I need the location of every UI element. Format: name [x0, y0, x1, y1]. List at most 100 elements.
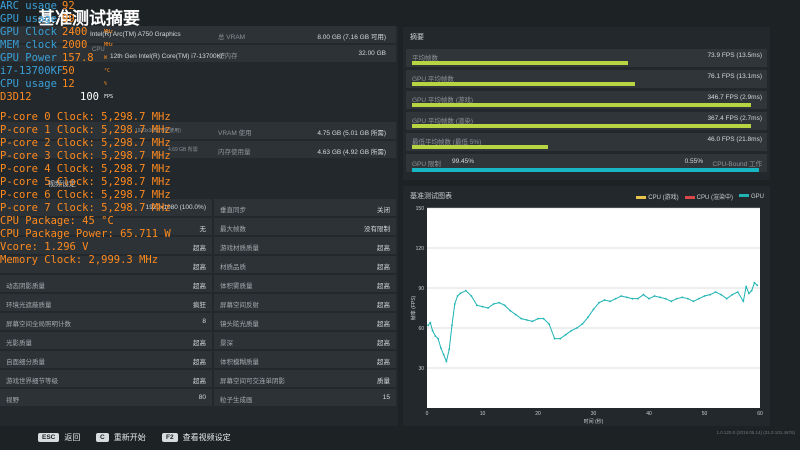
- overlay-line: i7-13700KF 50 °C: [0, 65, 110, 78]
- gpu-data-point: [753, 281, 756, 284]
- overlay-unit: MHz: [104, 42, 114, 48]
- version-text: 1.0.120.0 (2019.05.14) (31.0.101.4676): [716, 430, 795, 435]
- cpu-bound-percent: 0.55%: [684, 158, 703, 165]
- gpu-data-point: [470, 295, 473, 297]
- setting-row-left: 自面细分质量 超高: [0, 351, 212, 368]
- summary-bar: [412, 103, 751, 107]
- gpu-data-point: [592, 308, 595, 311]
- overlay-core-line: P-core 0 Clock: 5,298.7 MHz: [0, 111, 171, 123]
- gpu-data-point: [642, 293, 645, 296]
- memory-row-note: 4.69 GB 所需: [168, 147, 198, 153]
- restart-label: 重新开始: [113, 433, 146, 442]
- setting-label: 光影质量: [6, 340, 32, 347]
- overlay-core-line: P-core 1 Clock: 5,298.7 MHz: [0, 124, 171, 136]
- gpu-data-point: [731, 293, 734, 296]
- summary-value: 73.9 FPS (13.5ms): [707, 52, 762, 59]
- x-tick-label: 20: [535, 411, 541, 417]
- y-tick-label: 90: [418, 286, 424, 292]
- setting-value: 超高: [193, 378, 206, 385]
- summary-row: GPU 平均帧数 (游戏) 346.7 FPS (2.9ms): [406, 91, 767, 109]
- setting-label: 屏幕空间全局照明计数: [6, 321, 71, 328]
- setting-label: 材质品质: [220, 264, 246, 271]
- gpu-data-point: [686, 297, 689, 300]
- setting-row-right: 屏幕空间反射 超高: [214, 294, 396, 311]
- overlay-value: 12: [62, 78, 75, 90]
- benchmark-chart-panel: 基准测试图表 CPU (游戏) CPU (渲染中) GPU 30 60 90 120 1…: [403, 186, 770, 426]
- system-row-label: 总内存: [218, 53, 238, 60]
- gpu-data-point: [531, 320, 534, 323]
- gpu-data-point: [445, 360, 448, 363]
- setting-row-right: 材质品质 超高: [214, 256, 396, 273]
- esc-back-button[interactable]: ESC 返回: [38, 432, 80, 443]
- gpu-data-point: [575, 327, 578, 329]
- gpu-data-point: [625, 296, 628, 299]
- gpu-data-point: [487, 307, 489, 309]
- setting-label: 自面细分质量: [6, 359, 45, 366]
- setting-label: 屏幕空间反射: [220, 302, 259, 309]
- setting-value: 超高: [377, 359, 390, 366]
- summary-row: 最低平均帧数 (最低 5%) 46.0 FPS (21.8ms): [406, 133, 767, 151]
- summary-bar: [412, 82, 636, 86]
- y-tick-label: 150: [416, 206, 425, 212]
- gpu-data-point: [720, 293, 723, 296]
- setting-label: 体积雾质量: [220, 283, 253, 290]
- overlay-line: GPU Power 157.8 W: [0, 52, 107, 65]
- setting-row-right: 景深 超高: [214, 332, 396, 349]
- gpu-data-point: [503, 304, 506, 307]
- gpu-data-point: [559, 337, 562, 340]
- setting-value: 疯狂: [193, 302, 206, 309]
- gpu-bound-row: GPU 限制 99.45% 0.55% CPU-Bound 工作: [406, 154, 767, 172]
- gpu-data-point: [681, 296, 684, 299]
- setting-row-left: 光影质量 超高: [0, 332, 212, 349]
- setting-value: 超高: [193, 340, 206, 347]
- summary-row: GPU 平均帧数 (渲染) 367.4 FPS (2.7ms): [406, 112, 767, 130]
- view-video-settings-button[interactable]: F2 查看视频设定: [162, 432, 231, 443]
- summary-bar: [412, 124, 751, 128]
- setting-row-right: 屏幕空间可交连单阴影 质量: [214, 370, 396, 387]
- setting-row-right: 游戏材质质量 超高: [214, 237, 396, 254]
- gpu-data-point: [553, 337, 556, 340]
- gpu-data-point: [448, 348, 451, 351]
- setting-label: 体积模糊质量: [220, 359, 259, 366]
- overlay-label: MEM clock: [0, 39, 57, 51]
- gpu-data-point: [664, 297, 667, 300]
- performance-overlay: ARC usage 92 GPU usage 99 GPU Clock 2400 MHz ME…: [0, 0, 113, 104]
- memory-row-value: 4.75 GB (5.01 GB 所需): [317, 130, 386, 137]
- setting-value: 超高: [377, 245, 390, 252]
- gpu-data-point: [631, 297, 634, 300]
- setting-value: 超高: [193, 283, 206, 290]
- gpu-data-point: [537, 317, 539, 320]
- setting-label: 垂直同步: [220, 207, 246, 214]
- gpu-data-point: [603, 299, 606, 301]
- back-label: 返回: [64, 433, 81, 442]
- setting-label: 镜头眩光质量: [220, 321, 259, 328]
- setting-row-right: 粒子生成画 15: [214, 389, 396, 406]
- cpu-label: CPU: [92, 47, 105, 53]
- gpu-data-point: [442, 353, 445, 356]
- gpu-data-point: [429, 321, 432, 324]
- setting-row-left: 屏幕空间全局照明计数 8: [0, 313, 212, 330]
- overlay-value: 99: [62, 13, 75, 25]
- overlay-unit: %: [104, 81, 108, 87]
- gpu-data-point: [453, 303, 456, 305]
- gpu-data-point: [637, 297, 639, 300]
- overlay-core-line: CPU Package Power: 65.711 W: [0, 228, 171, 240]
- setting-row-left: 游戏世界细节等级 超高: [0, 370, 212, 387]
- setting-value: 超高: [377, 340, 390, 347]
- x-tick-label: 0: [426, 411, 429, 417]
- memory-row-value: 4.63 GB (4.92 GB 所需): [317, 149, 386, 156]
- gpu-data-point: [648, 297, 650, 300]
- esc-key-icon: ESC: [38, 433, 60, 442]
- overlay-core-line: P-core 4 Clock: 5,298.7 MHz: [0, 163, 171, 175]
- gpu-data-point: [581, 323, 584, 325]
- restart-button[interactable]: C 重新开始: [96, 432, 146, 443]
- overlay-unit: MHz: [104, 29, 114, 35]
- setting-value: 超高: [377, 283, 390, 290]
- view-settings-label: 查看视频设定: [182, 433, 231, 442]
- gpu-data-point: [750, 289, 753, 292]
- gpu-data-point: [692, 300, 695, 303]
- setting-value: 无: [199, 226, 207, 233]
- setting-value: 8: [202, 318, 206, 325]
- overlay-label: GPU Power: [0, 52, 57, 64]
- gpu-data-point: [451, 324, 453, 327]
